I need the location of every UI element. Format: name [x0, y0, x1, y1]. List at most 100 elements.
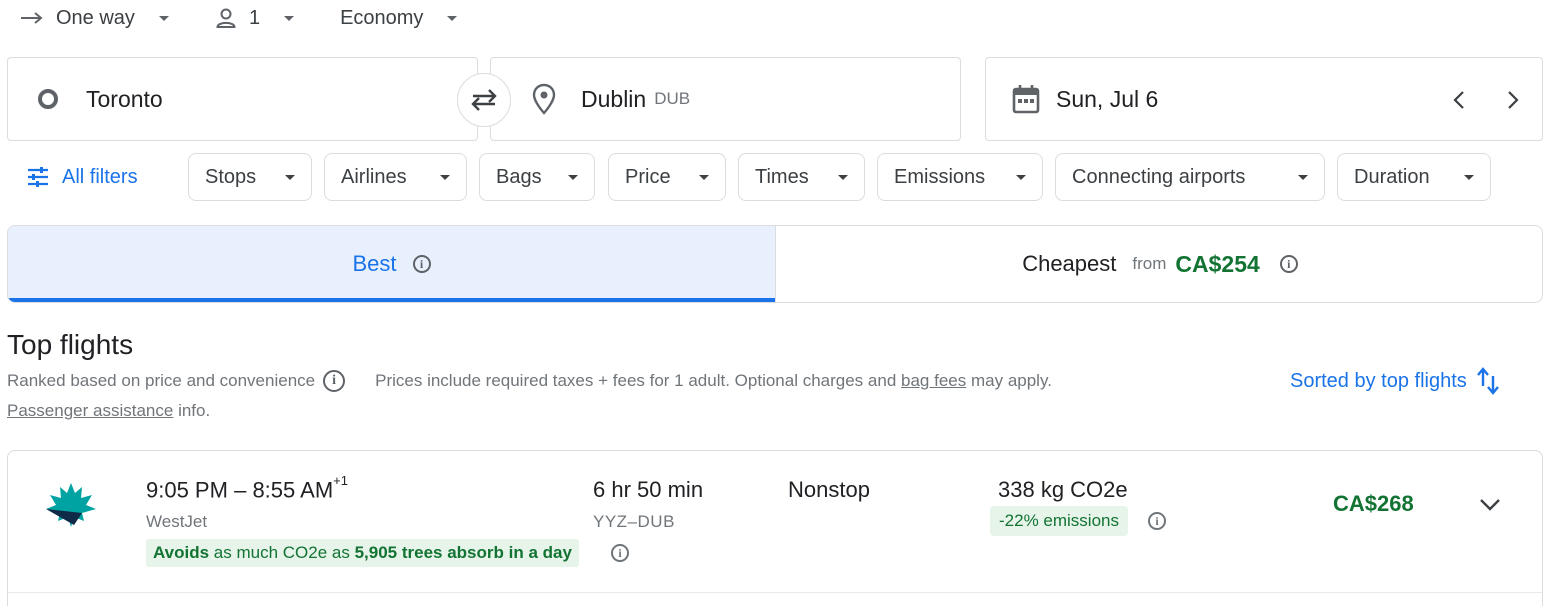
chevron-down-icon: [568, 174, 578, 180]
passenger-assistance-link[interactable]: Passenger assistance: [7, 401, 173, 420]
flight-stops: Nonstop: [788, 477, 870, 502]
avoids-word: Avoids: [153, 543, 210, 562]
results-info-line: Ranked based on price and convenience i …: [7, 370, 1052, 392]
filter-chip-label: Bags: [496, 165, 542, 188]
westjet-logo-icon: [44, 481, 98, 529]
info-icon[interactable]: i: [1279, 255, 1298, 273]
all-filters-label: All filters: [62, 165, 138, 188]
departure-date-value: Sun, Jul 6: [1056, 85, 1159, 112]
swap-button[interactable]: [457, 73, 511, 127]
all-filters-button[interactable]: All filters: [26, 153, 138, 201]
airline-name: WestJet: [146, 512, 208, 531]
destination-field[interactable]: Dublin DUB: [490, 57, 961, 141]
chevron-down-icon: [1479, 498, 1501, 512]
sort-arrows-icon: [1475, 366, 1501, 396]
departure-time: 9:05 PM: [146, 477, 228, 503]
passenger-assistance-line: Passenger assistance info.: [7, 401, 210, 421]
flight-result-card[interactable]: 9:05 PM – 8:55 AM+1 WestJet Avoids as mu…: [7, 450, 1543, 606]
page-title: Top flights: [7, 329, 134, 360]
chevron-right-icon: [1506, 89, 1520, 111]
filter-duration[interactable]: Duration: [1337, 153, 1491, 201]
filter-stops[interactable]: Stops: [188, 153, 312, 201]
emissions-savings-badge: Avoids as much CO2e as 5,905 trees absor…: [146, 539, 579, 567]
from-label: from: [1132, 254, 1167, 273]
chevron-left-icon: [1452, 89, 1466, 111]
cheapest-price: CA$254: [1175, 250, 1260, 277]
info-icon[interactable]: i: [323, 370, 346, 392]
flight-route: YYZ–DUB: [593, 512, 675, 531]
filter-chip-label: Stops: [205, 165, 257, 188]
info-icon[interactable]: i: [611, 544, 629, 562]
flight-duration: 6 hr 50 min: [593, 477, 704, 502]
flight-emissions: 338 kg CO2e: [998, 477, 1128, 502]
trip-options-bar: One way 1 Economy: [20, 4, 503, 32]
filter-chip-label: Connecting airports: [1072, 165, 1246, 188]
next-date-button[interactable]: [1506, 58, 1520, 142]
avoids-trees: 5,905 trees absorb in a day: [354, 543, 572, 562]
calendar-icon: [1012, 84, 1040, 114]
sort-label: Sorted by top flights: [1290, 369, 1467, 392]
filter-emissions[interactable]: Emissions: [877, 153, 1043, 201]
flight-times: 9:05 PM – 8:55 AM+1: [146, 473, 348, 503]
expand-flight-button[interactable]: [1474, 489, 1506, 521]
tab-cheapest[interactable]: Cheapest from CA$254 i: [776, 226, 1542, 302]
chevron-down-icon: [284, 15, 295, 21]
day-offset: +1: [333, 473, 348, 488]
filter-chip-label: Times: [755, 165, 809, 188]
prices-text-post: may apply.: [970, 371, 1052, 390]
filter-price[interactable]: Price: [608, 153, 726, 201]
chevron-down-icon: [1464, 174, 1474, 180]
filter-connecting-airports[interactable]: Connecting airports: [1055, 153, 1325, 201]
sort-tabs: Best i Cheapest from CA$254 i: [7, 225, 1543, 303]
origin-value: Toronto: [86, 85, 163, 112]
filter-airlines[interactable]: Airlines: [324, 153, 467, 201]
chevron-down-icon: [158, 15, 169, 21]
passengers-select[interactable]: 1: [215, 6, 295, 30]
filter-chip-label: Price: [625, 165, 671, 188]
chevron-down-icon: [838, 174, 848, 180]
chevron-down-icon: [285, 174, 295, 180]
tab-best-label: Best: [352, 251, 397, 276]
card-divider: [8, 592, 1542, 593]
departure-date-field[interactable]: Sun, Jul 6: [985, 57, 1543, 141]
cabin-class-select[interactable]: Economy: [340, 6, 458, 30]
ranked-text: Ranked based on price and convenience: [7, 371, 316, 390]
chevron-down-icon: [1298, 174, 1308, 180]
flight-price: CA$268: [1333, 491, 1414, 516]
person-icon: [215, 7, 237, 29]
info-icon[interactable]: i: [412, 255, 431, 273]
origin-field[interactable]: Toronto: [7, 57, 478, 141]
chevron-down-icon: [440, 174, 450, 180]
trip-type-select[interactable]: One way: [20, 7, 169, 30]
filter-bags[interactable]: Bags: [479, 153, 595, 201]
chevron-down-icon: [1016, 174, 1026, 180]
sort-button[interactable]: Sorted by top flights: [1290, 366, 1501, 396]
tab-cheapest-label: Cheapest: [1022, 251, 1117, 276]
previous-date-button[interactable]: [1452, 58, 1466, 142]
trip-type-label: One way: [56, 6, 135, 29]
arrival-time: 8:55 AM: [252, 477, 334, 503]
destination-value: Dublin: [581, 85, 647, 112]
origin-circle-icon: [38, 89, 58, 109]
emissions-delta-badge: -22% emissions: [990, 506, 1128, 536]
filter-chip-label: Emissions: [894, 165, 986, 188]
swap-arrows-icon: [469, 88, 499, 112]
tune-sliders-icon: [26, 166, 50, 188]
chevron-down-icon: [447, 15, 458, 21]
bag-fees-link[interactable]: bag fees: [901, 371, 966, 391]
filter-chip-label: Duration: [1354, 165, 1430, 188]
filter-chip-label: Airlines: [341, 165, 407, 188]
chevron-down-icon: [699, 174, 709, 180]
filters-bar: All filters Stops Airlines Bags Price Ti…: [0, 153, 1561, 201]
passengers-count: 1: [248, 6, 261, 29]
tab-best[interactable]: Best i: [8, 226, 776, 302]
prices-text: Prices include required taxes + fees for…: [375, 371, 897, 390]
avoids-mid: as much CO2e as: [213, 543, 350, 562]
time-separator: –: [234, 477, 247, 503]
info-icon[interactable]: i: [1148, 512, 1166, 530]
destination-code: DUB: [654, 89, 691, 108]
filter-times[interactable]: Times: [738, 153, 865, 201]
cabin-class-label: Economy: [340, 6, 424, 29]
passenger-assistance-post: info.: [178, 401, 211, 420]
arrow-right-icon: [20, 10, 44, 26]
